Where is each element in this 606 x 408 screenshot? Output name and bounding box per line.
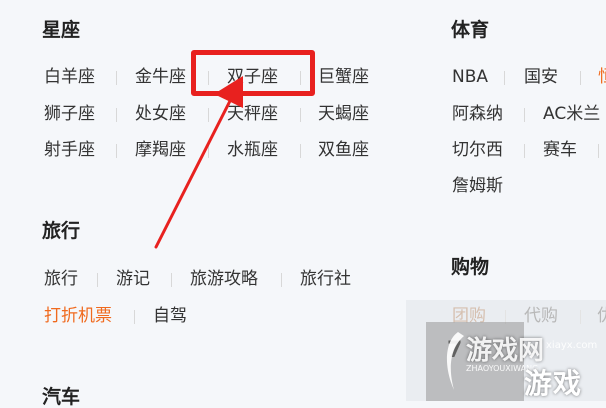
red-arrow-icon: [154, 76, 243, 249]
